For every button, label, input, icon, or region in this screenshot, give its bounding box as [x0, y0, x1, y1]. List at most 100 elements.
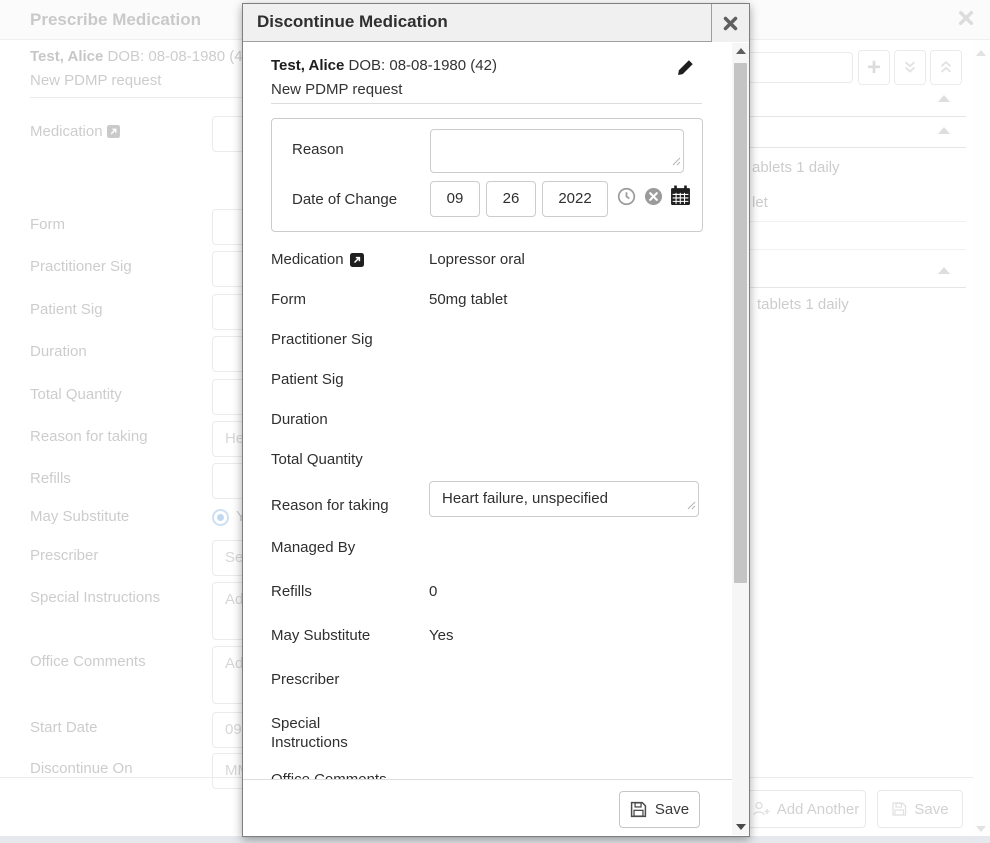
patient-sig-label: Patient Sig: [271, 370, 429, 389]
duration-label: Duration: [271, 410, 429, 429]
bg-pdmp-request: New PDMP request: [30, 72, 161, 89]
refills-label: Refills: [271, 582, 429, 601]
bg-label-start-date: Start Date: [30, 719, 98, 736]
bg-label-form: Form: [30, 216, 65, 233]
bg-label-office-comments: Office Comments: [30, 653, 146, 670]
bg-label-may-substitute: May Substitute: [30, 508, 129, 525]
bg-label-duration: Duration: [30, 343, 87, 360]
reason-for-taking-input[interactable]: Heart failure, unspecified: [429, 481, 699, 517]
pdmp-request: New PDMP request: [271, 81, 402, 98]
reason-label: Reason: [292, 141, 344, 158]
scroll-down-icon[interactable]: [732, 819, 749, 835]
divider: [271, 103, 702, 104]
field-row-refills: Refills 0: [271, 582, 704, 626]
medication-value: Lopressor oral: [429, 250, 525, 269]
calendar-icon[interactable]: [670, 185, 691, 210]
modal-body: Test, Alice DOB: 08-08-1980 (42) New PDM…: [243, 43, 732, 779]
section-collapse-caret[interactable]: [938, 127, 950, 134]
may-substitute-label: May Substitute: [271, 626, 429, 645]
bg-label-discontinue-on: Discontinue On: [30, 760, 133, 777]
person-plus-icon: [752, 801, 770, 817]
practitioner-sig-label: Practitioner Sig: [271, 330, 429, 349]
close-icon: [723, 16, 738, 31]
section-collapse-caret[interactable]: [938, 267, 950, 274]
medication-label: Medication: [271, 250, 344, 269]
add-another-button[interactable]: Add Another: [745, 790, 866, 828]
reason-input[interactable]: [430, 129, 684, 173]
external-link-icon: [107, 125, 120, 138]
bg-scrollbar[interactable]: [973, 41, 990, 836]
special-instructions-label: Special Instructions: [271, 714, 361, 752]
bg-label-prescriber: Prescriber: [30, 547, 98, 564]
may-substitute-value: Yes: [429, 626, 453, 645]
save-button[interactable]: Save: [619, 791, 700, 828]
discontinue-reason-box: Reason Date of Change 09 26 2022: [271, 118, 703, 232]
clear-date-icon[interactable]: [644, 187, 663, 210]
modal-header: Discontinue Medication: [243, 4, 749, 42]
save-icon: [630, 801, 647, 818]
resize-handle-icon[interactable]: [687, 497, 696, 514]
close-button[interactable]: [711, 4, 749, 42]
edit-pencil-icon[interactable]: [677, 59, 694, 80]
collapse-all-button[interactable]: [930, 50, 962, 85]
modal-footer: Save: [243, 779, 732, 836]
scroll-down-icon[interactable]: [976, 826, 986, 832]
date-year-input[interactable]: 2022: [542, 181, 608, 217]
bg-label-total-quantity: Total Quantity: [30, 386, 122, 403]
field-row-may-substitute: May Substitute Yes: [271, 626, 704, 670]
bg-med-summary-3: tablets 1 daily: [757, 296, 849, 313]
bg-patient-info: Test, Alice DOB: 08-08-1980 (42: [30, 48, 251, 65]
field-row-form: Form 50mg tablet: [271, 290, 704, 330]
external-link-icon[interactable]: [350, 253, 364, 267]
add-button[interactable]: +: [858, 50, 890, 85]
double-chevron-down-icon: [902, 60, 918, 75]
double-chevron-up-icon: [938, 60, 954, 75]
expand-all-button[interactable]: [894, 50, 926, 85]
reason-for-taking-label: Reason for taking: [271, 490, 429, 515]
managed-by-label: Managed By: [271, 538, 429, 557]
field-row-patient-sig: Patient Sig: [271, 370, 704, 410]
save-icon: [891, 801, 907, 817]
field-row-practitioner-sig: Practitioner Sig: [271, 330, 704, 370]
bg-label-reason-for-taking: Reason for taking: [30, 428, 148, 445]
refills-value: 0: [429, 582, 437, 601]
bg-bottom-strip: [0, 836, 990, 843]
section-collapse-caret[interactable]: [938, 95, 950, 102]
bg-label-medication: Medication: [30, 123, 120, 140]
prescribe-title: Prescribe Medication: [30, 10, 201, 30]
total-quantity-label: Total Quantity: [271, 450, 429, 469]
discontinue-medication-dialog: Discontinue Medication Test, Alice DOB: …: [242, 3, 750, 837]
scrollbar-thumb[interactable]: [734, 63, 747, 583]
clock-icon[interactable]: [617, 187, 636, 210]
prescriber-label: Prescriber: [271, 670, 429, 689]
bg-save-button[interactable]: Save: [877, 790, 963, 828]
field-row-special-instructions: Special Instructions: [271, 714, 704, 770]
date-month-input[interactable]: 09: [430, 181, 480, 217]
date-of-change-label: Date of Change: [292, 191, 397, 208]
medication-details: Medication Lopressor oral Form 50mg tabl…: [271, 250, 704, 779]
modal-title: Discontinue Medication: [257, 12, 448, 32]
bg-label-practitioner-sig: Practitioner Sig: [30, 258, 132, 275]
field-row-prescriber: Prescriber: [271, 670, 704, 714]
bg-search-input[interactable]: [740, 52, 853, 83]
bg-label-special-instructions: Special Instructions: [30, 589, 160, 606]
screen: Prescribe Medication Test, Alice DOB: 08…: [0, 0, 990, 843]
bg-med-summary-2: let: [752, 194, 768, 211]
plus-icon: +: [867, 56, 881, 80]
close-icon[interactable]: [958, 10, 978, 30]
modal-scrollbar[interactable]: [732, 43, 749, 835]
bg-may-substitute-radio[interactable]: [212, 509, 229, 526]
field-row-reason-for-taking: Reason for taking Heart failure, unspeci…: [271, 490, 704, 538]
form-value: 50mg tablet: [429, 290, 507, 309]
scroll-up-icon[interactable]: [732, 43, 749, 59]
resize-handle-icon[interactable]: [672, 153, 681, 170]
date-day-input[interactable]: 26: [486, 181, 536, 217]
bg-med-summary-1: ablets 1 daily: [752, 159, 840, 176]
scroll-up-icon[interactable]: [976, 50, 986, 56]
field-row-office-comments: Office Comments: [271, 770, 704, 779]
office-comments-label: Office Comments: [271, 770, 429, 779]
field-row-duration: Duration: [271, 410, 704, 450]
field-row-medication: Medication Lopressor oral: [271, 250, 704, 290]
field-row-managed-by: Managed By: [271, 538, 704, 582]
bg-label-patient-sig: Patient Sig: [30, 301, 103, 318]
